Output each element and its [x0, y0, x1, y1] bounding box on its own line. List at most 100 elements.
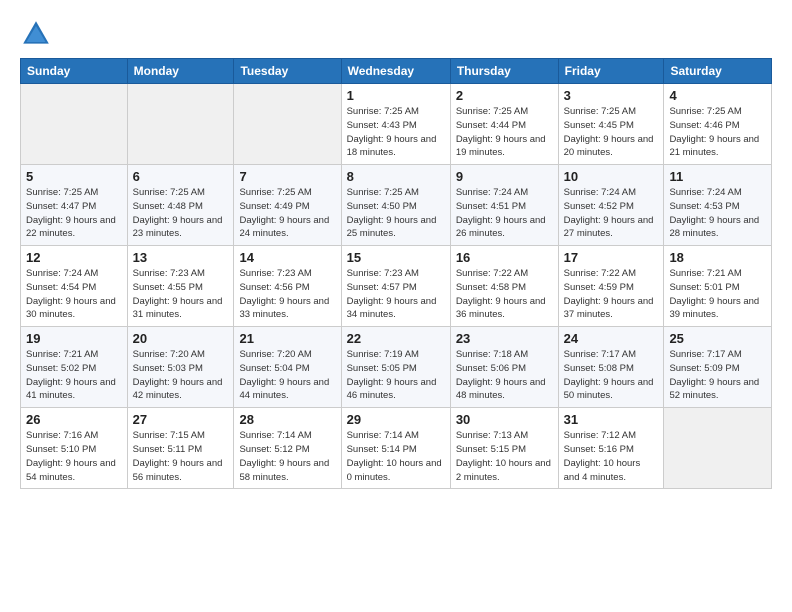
day-info: Sunrise: 7:24 AMSunset: 4:52 PMDaylight:… [564, 186, 659, 241]
day-cell [664, 408, 772, 489]
weekday-saturday: Saturday [664, 59, 772, 84]
day-info: Sunrise: 7:19 AMSunset: 5:05 PMDaylight:… [347, 348, 445, 403]
day-cell: 7 Sunrise: 7:25 AMSunset: 4:49 PMDaylight… [234, 165, 341, 246]
day-info: Sunrise: 7:25 AMSunset: 4:45 PMDaylight:… [564, 105, 659, 160]
weekday-monday: Monday [127, 59, 234, 84]
day-number: 29 [347, 412, 445, 427]
day-info: Sunrise: 7:12 AMSunset: 5:16 PMDaylight:… [564, 429, 659, 484]
day-info: Sunrise: 7:14 AMSunset: 5:14 PMDaylight:… [347, 429, 445, 484]
day-info: Sunrise: 7:13 AMSunset: 5:15 PMDaylight:… [456, 429, 553, 484]
weekday-tuesday: Tuesday [234, 59, 341, 84]
day-number: 13 [133, 250, 229, 265]
day-number: 19 [26, 331, 122, 346]
day-info: Sunrise: 7:25 AMSunset: 4:50 PMDaylight:… [347, 186, 445, 241]
page: SundayMondayTuesdayWednesdayThursdayFrid… [0, 0, 792, 507]
day-cell: 10 Sunrise: 7:24 AMSunset: 4:52 PMDayligh… [558, 165, 664, 246]
day-cell: 17 Sunrise: 7:22 AMSunset: 4:59 PMDayligh… [558, 246, 664, 327]
day-info: Sunrise: 7:22 AMSunset: 4:59 PMDaylight:… [564, 267, 659, 322]
day-cell: 18 Sunrise: 7:21 AMSunset: 5:01 PMDayligh… [664, 246, 772, 327]
day-number: 23 [456, 331, 553, 346]
week-row-5: 26Sunrise: 7:16 AMSunset: 5:10 PMDayligh… [21, 408, 772, 489]
day-cell: 11 Sunrise: 7:24 AMSunset: 4:53 PMDayligh… [664, 165, 772, 246]
day-info: Sunrise: 7:25 AMSunset: 4:49 PMDaylight:… [239, 186, 335, 241]
day-cell: 15 Sunrise: 7:23 AMSunset: 4:57 PMDayligh… [341, 246, 450, 327]
day-info: Sunrise: 7:21 AMSunset: 5:02 PMDaylight:… [26, 348, 122, 403]
day-number: 21 [239, 331, 335, 346]
day-number: 17 [564, 250, 659, 265]
day-number: 10 [564, 169, 659, 184]
day-info: Sunrise: 7:21 AMSunset: 5:01 PMDaylight:… [669, 267, 766, 322]
day-cell: 5Sunrise: 7:25 AMSunset: 4:47 PMDaylight… [21, 165, 128, 246]
weekday-wednesday: Wednesday [341, 59, 450, 84]
calendar: SundayMondayTuesdayWednesdayThursdayFrid… [20, 58, 772, 489]
day-info: Sunrise: 7:25 AMSunset: 4:44 PMDaylight:… [456, 105, 553, 160]
day-number: 11 [669, 169, 766, 184]
day-info: Sunrise: 7:24 AMSunset: 4:51 PMDaylight:… [456, 186, 553, 241]
day-cell: 28Sunrise: 7:14 AMSunset: 5:12 PMDayligh… [234, 408, 341, 489]
day-number: 3 [564, 88, 659, 103]
day-number: 9 [456, 169, 553, 184]
day-info: Sunrise: 7:25 AMSunset: 4:48 PMDaylight:… [133, 186, 229, 241]
day-cell: 14Sunrise: 7:23 AMSunset: 4:56 PMDayligh… [234, 246, 341, 327]
day-cell: 27 Sunrise: 7:15 AMSunset: 5:11 PMDayligh… [127, 408, 234, 489]
day-info: Sunrise: 7:23 AMSunset: 4:57 PMDaylight:… [347, 267, 445, 322]
day-cell [127, 84, 234, 165]
day-cell: 25 Sunrise: 7:17 AMSunset: 5:09 PMDayligh… [664, 327, 772, 408]
day-number: 22 [347, 331, 445, 346]
day-info: Sunrise: 7:17 AMSunset: 5:09 PMDaylight:… [669, 348, 766, 403]
day-number: 31 [564, 412, 659, 427]
weekday-thursday: Thursday [450, 59, 558, 84]
weekday-header-row: SundayMondayTuesdayWednesdayThursdayFrid… [21, 59, 772, 84]
calendar-body: 1Sunrise: 7:25 AMSunset: 4:43 PMDaylight… [21, 84, 772, 489]
day-cell: 30 Sunrise: 7:13 AMSunset: 5:15 PMDayligh… [450, 408, 558, 489]
day-info: Sunrise: 7:22 AMSunset: 4:58 PMDaylight:… [456, 267, 553, 322]
week-row-3: 12 Sunrise: 7:24 AMSunset: 4:54 PMDayligh… [21, 246, 772, 327]
day-info: Sunrise: 7:24 AMSunset: 4:54 PMDaylight:… [26, 267, 122, 322]
day-number: 5 [26, 169, 122, 184]
day-number: 14 [239, 250, 335, 265]
day-number: 18 [669, 250, 766, 265]
day-info: Sunrise: 7:20 AMSunset: 5:03 PMDaylight:… [133, 348, 229, 403]
day-number: 26 [26, 412, 122, 427]
day-cell: 6Sunrise: 7:25 AMSunset: 4:48 PMDaylight… [127, 165, 234, 246]
day-info: Sunrise: 7:25 AMSunset: 4:43 PMDaylight:… [347, 105, 445, 160]
weekday-friday: Friday [558, 59, 664, 84]
day-number: 25 [669, 331, 766, 346]
day-cell: 23 Sunrise: 7:18 AMSunset: 5:06 PMDayligh… [450, 327, 558, 408]
day-info: Sunrise: 7:18 AMSunset: 5:06 PMDaylight:… [456, 348, 553, 403]
day-info: Sunrise: 7:17 AMSunset: 5:08 PMDaylight:… [564, 348, 659, 403]
day-cell: 4Sunrise: 7:25 AMSunset: 4:46 PMDaylight… [664, 84, 772, 165]
day-cell: 31 Sunrise: 7:12 AMSunset: 5:16 PMDayligh… [558, 408, 664, 489]
logo-icon [20, 18, 52, 50]
day-cell: 29 Sunrise: 7:14 AMSunset: 5:14 PMDayligh… [341, 408, 450, 489]
day-cell: 13Sunrise: 7:23 AMSunset: 4:55 PMDayligh… [127, 246, 234, 327]
week-row-4: 19 Sunrise: 7:21 AMSunset: 5:02 PMDayligh… [21, 327, 772, 408]
day-cell: 22 Sunrise: 7:19 AMSunset: 5:05 PMDayligh… [341, 327, 450, 408]
day-number: 27 [133, 412, 229, 427]
day-cell: 19 Sunrise: 7:21 AMSunset: 5:02 PMDayligh… [21, 327, 128, 408]
day-number: 16 [456, 250, 553, 265]
day-cell: 21 Sunrise: 7:20 AMSunset: 5:04 PMDayligh… [234, 327, 341, 408]
day-number: 30 [456, 412, 553, 427]
day-cell: 26Sunrise: 7:16 AMSunset: 5:10 PMDayligh… [21, 408, 128, 489]
day-cell [234, 84, 341, 165]
day-number: 15 [347, 250, 445, 265]
day-cell: 2 Sunrise: 7:25 AMSunset: 4:44 PMDaylight… [450, 84, 558, 165]
day-cell: 1Sunrise: 7:25 AMSunset: 4:43 PMDaylight… [341, 84, 450, 165]
week-row-1: 1Sunrise: 7:25 AMSunset: 4:43 PMDaylight… [21, 84, 772, 165]
day-info: Sunrise: 7:20 AMSunset: 5:04 PMDaylight:… [239, 348, 335, 403]
day-info: Sunrise: 7:24 AMSunset: 4:53 PMDaylight:… [669, 186, 766, 241]
header [20, 18, 772, 50]
day-number: 2 [456, 88, 553, 103]
day-cell: 8 Sunrise: 7:25 AMSunset: 4:50 PMDaylight… [341, 165, 450, 246]
week-row-2: 5Sunrise: 7:25 AMSunset: 4:47 PMDaylight… [21, 165, 772, 246]
day-info: Sunrise: 7:15 AMSunset: 5:11 PMDaylight:… [133, 429, 229, 484]
day-number: 7 [239, 169, 335, 184]
day-number: 12 [26, 250, 122, 265]
logo [20, 18, 56, 50]
day-cell: 12 Sunrise: 7:24 AMSunset: 4:54 PMDayligh… [21, 246, 128, 327]
day-number: 8 [347, 169, 445, 184]
day-number: 4 [669, 88, 766, 103]
day-cell: 3 Sunrise: 7:25 AMSunset: 4:45 PMDaylight… [558, 84, 664, 165]
day-cell: 16 Sunrise: 7:22 AMSunset: 4:58 PMDayligh… [450, 246, 558, 327]
